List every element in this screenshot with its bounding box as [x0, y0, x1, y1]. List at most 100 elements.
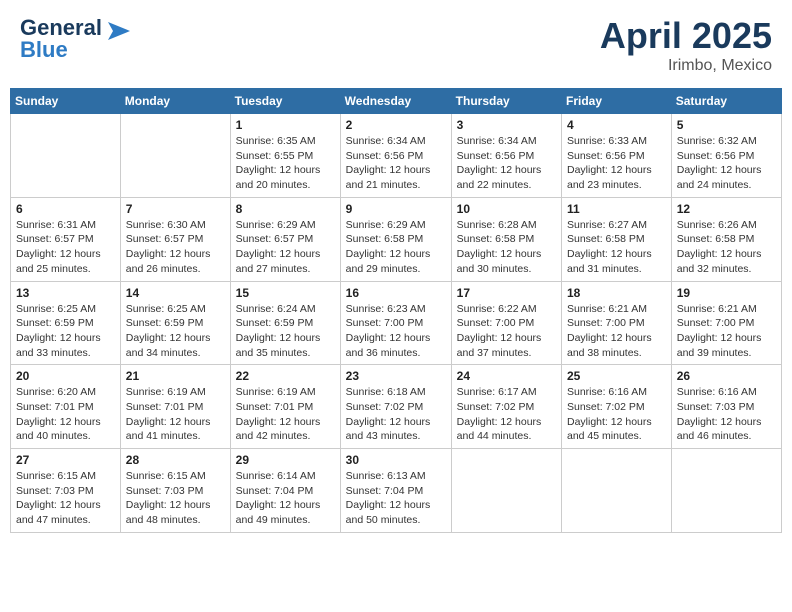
calendar-cell: 1 Sunrise: 6:35 AM Sunset: 6:55 PM Daylig…: [230, 114, 340, 198]
calendar-cell: [562, 449, 672, 533]
day-detail: Sunrise: 6:18 AM Sunset: 7:02 PM Dayligh…: [346, 385, 446, 444]
day-number: 19: [677, 286, 776, 300]
day-number: 25: [567, 369, 666, 383]
calendar-cell: 11 Sunrise: 6:27 AM Sunset: 6:58 PM Dayli…: [562, 197, 672, 281]
col-friday: Friday: [562, 89, 672, 114]
day-detail: Sunrise: 6:24 AM Sunset: 6:59 PM Dayligh…: [236, 302, 335, 361]
day-number: 12: [677, 202, 776, 216]
day-detail: Sunrise: 6:15 AM Sunset: 7:03 PM Dayligh…: [16, 469, 115, 528]
day-detail: Sunrise: 6:21 AM Sunset: 7:00 PM Dayligh…: [677, 302, 776, 361]
day-number: 13: [16, 286, 115, 300]
calendar-cell: 25 Sunrise: 6:16 AM Sunset: 7:02 PM Dayli…: [562, 365, 672, 449]
calendar-cell: 16 Sunrise: 6:23 AM Sunset: 7:00 PM Dayli…: [340, 281, 451, 365]
calendar-cell: 15 Sunrise: 6:24 AM Sunset: 6:59 PM Dayli…: [230, 281, 340, 365]
logo: General Blue: [20, 15, 130, 63]
day-number: 14: [126, 286, 225, 300]
day-detail: Sunrise: 6:15 AM Sunset: 7:03 PM Dayligh…: [126, 469, 225, 528]
calendar-cell: [11, 114, 121, 198]
page-subtitle: Irimbo, Mexico: [600, 57, 772, 75]
calendar-cell: [671, 449, 781, 533]
calendar-cell: 8 Sunrise: 6:29 AM Sunset: 6:57 PM Daylig…: [230, 197, 340, 281]
day-detail: Sunrise: 6:23 AM Sunset: 7:00 PM Dayligh…: [346, 302, 446, 361]
day-number: 28: [126, 453, 225, 467]
day-number: 2: [346, 118, 446, 132]
day-number: 17: [457, 286, 556, 300]
day-detail: Sunrise: 6:17 AM Sunset: 7:02 PM Dayligh…: [457, 385, 556, 444]
day-number: 26: [677, 369, 776, 383]
day-detail: Sunrise: 6:16 AM Sunset: 7:02 PM Dayligh…: [567, 385, 666, 444]
col-tuesday: Tuesday: [230, 89, 340, 114]
day-number: 8: [236, 202, 335, 216]
header-row: Sunday Monday Tuesday Wednesday Thursday…: [11, 89, 782, 114]
col-saturday: Saturday: [671, 89, 781, 114]
day-detail: Sunrise: 6:32 AM Sunset: 6:56 PM Dayligh…: [677, 134, 776, 193]
day-detail: Sunrise: 6:31 AM Sunset: 6:57 PM Dayligh…: [16, 218, 115, 277]
day-detail: Sunrise: 6:19 AM Sunset: 7:01 PM Dayligh…: [236, 385, 335, 444]
day-detail: Sunrise: 6:34 AM Sunset: 6:56 PM Dayligh…: [346, 134, 446, 193]
calendar-cell: 26 Sunrise: 6:16 AM Sunset: 7:03 PM Dayli…: [671, 365, 781, 449]
col-monday: Monday: [120, 89, 230, 114]
day-number: 6: [16, 202, 115, 216]
day-number: 30: [346, 453, 446, 467]
day-detail: Sunrise: 6:25 AM Sunset: 6:59 PM Dayligh…: [16, 302, 115, 361]
day-number: 9: [346, 202, 446, 216]
calendar-cell: 5 Sunrise: 6:32 AM Sunset: 6:56 PM Daylig…: [671, 114, 781, 198]
calendar-cell: 24 Sunrise: 6:17 AM Sunset: 7:02 PM Dayli…: [451, 365, 561, 449]
calendar-cell: 28 Sunrise: 6:15 AM Sunset: 7:03 PM Dayli…: [120, 449, 230, 533]
calendar-cell: 17 Sunrise: 6:22 AM Sunset: 7:00 PM Dayli…: [451, 281, 561, 365]
day-number: 1: [236, 118, 335, 132]
day-detail: Sunrise: 6:29 AM Sunset: 6:58 PM Dayligh…: [346, 218, 446, 277]
calendar-cell: 14 Sunrise: 6:25 AM Sunset: 6:59 PM Dayli…: [120, 281, 230, 365]
day-number: 16: [346, 286, 446, 300]
calendar-week-3: 13 Sunrise: 6:25 AM Sunset: 6:59 PM Dayli…: [11, 281, 782, 365]
day-detail: Sunrise: 6:25 AM Sunset: 6:59 PM Dayligh…: [126, 302, 225, 361]
calendar-cell: 27 Sunrise: 6:15 AM Sunset: 7:03 PM Dayli…: [11, 449, 121, 533]
calendar-cell: 4Sunrise: 6:33 AM Sunset: 6:56 PM Daylig…: [562, 114, 672, 198]
calendar-cell: [120, 114, 230, 198]
calendar-cell: 22 Sunrise: 6:19 AM Sunset: 7:01 PM Dayli…: [230, 365, 340, 449]
day-detail: Sunrise: 6:29 AM Sunset: 6:57 PM Dayligh…: [236, 218, 335, 277]
calendar-body: 1 Sunrise: 6:35 AM Sunset: 6:55 PM Daylig…: [11, 114, 782, 533]
calendar-week-1: 1 Sunrise: 6:35 AM Sunset: 6:55 PM Daylig…: [11, 114, 782, 198]
calendar-cell: 12Sunrise: 6:26 AM Sunset: 6:58 PM Dayli…: [671, 197, 781, 281]
day-number: 24: [457, 369, 556, 383]
calendar-cell: [451, 449, 561, 533]
day-detail: Sunrise: 6:21 AM Sunset: 7:00 PM Dayligh…: [567, 302, 666, 361]
calendar-week-5: 27 Sunrise: 6:15 AM Sunset: 7:03 PM Dayli…: [11, 449, 782, 533]
day-number: 22: [236, 369, 335, 383]
day-number: 15: [236, 286, 335, 300]
day-number: 3: [457, 118, 556, 132]
day-number: 7: [126, 202, 225, 216]
calendar-week-2: 6 Sunrise: 6:31 AM Sunset: 6:57 PM Daylig…: [11, 197, 782, 281]
col-wednesday: Wednesday: [340, 89, 451, 114]
day-number: 21: [126, 369, 225, 383]
day-detail: Sunrise: 6:22 AM Sunset: 7:00 PM Dayligh…: [457, 302, 556, 361]
calendar-cell: 9 Sunrise: 6:29 AM Sunset: 6:58 PM Daylig…: [340, 197, 451, 281]
day-number: 11: [567, 202, 666, 216]
calendar-table: Sunday Monday Tuesday Wednesday Thursday…: [10, 88, 782, 533]
day-number: 20: [16, 369, 115, 383]
day-number: 29: [236, 453, 335, 467]
calendar-cell: 30Sunrise: 6:13 AM Sunset: 7:04 PM Dayli…: [340, 449, 451, 533]
calendar-cell: 29Sunrise: 6:14 AM Sunset: 7:04 PM Dayli…: [230, 449, 340, 533]
logo-icon: [108, 22, 130, 40]
day-number: 5: [677, 118, 776, 132]
logo-blue-text: Blue: [20, 37, 68, 63]
day-detail: Sunrise: 6:16 AM Sunset: 7:03 PM Dayligh…: [677, 385, 776, 444]
calendar-cell: 2 Sunrise: 6:34 AM Sunset: 6:56 PM Daylig…: [340, 114, 451, 198]
calendar-cell: 18Sunrise: 6:21 AM Sunset: 7:00 PM Dayli…: [562, 281, 672, 365]
calendar-cell: 23 Sunrise: 6:18 AM Sunset: 7:02 PM Dayli…: [340, 365, 451, 449]
day-detail: Sunrise: 6:35 AM Sunset: 6:55 PM Dayligh…: [236, 134, 335, 193]
calendar-cell: 13 Sunrise: 6:25 AM Sunset: 6:59 PM Dayli…: [11, 281, 121, 365]
calendar-header: Sunday Monday Tuesday Wednesday Thursday…: [11, 89, 782, 114]
page-header: General Blue April 2025 Irimbo, Mexico: [10, 10, 782, 80]
calendar-cell: 19 Sunrise: 6:21 AM Sunset: 7:00 PM Dayli…: [671, 281, 781, 365]
page-title: April 2025: [600, 15, 772, 57]
calendar-week-4: 20Sunrise: 6:20 AM Sunset: 7:01 PM Dayli…: [11, 365, 782, 449]
day-number: 4: [567, 118, 666, 132]
col-sunday: Sunday: [11, 89, 121, 114]
day-number: 27: [16, 453, 115, 467]
day-detail: Sunrise: 6:27 AM Sunset: 6:58 PM Dayligh…: [567, 218, 666, 277]
calendar-cell: 7Sunrise: 6:30 AM Sunset: 6:57 PM Daylig…: [120, 197, 230, 281]
day-number: 23: [346, 369, 446, 383]
